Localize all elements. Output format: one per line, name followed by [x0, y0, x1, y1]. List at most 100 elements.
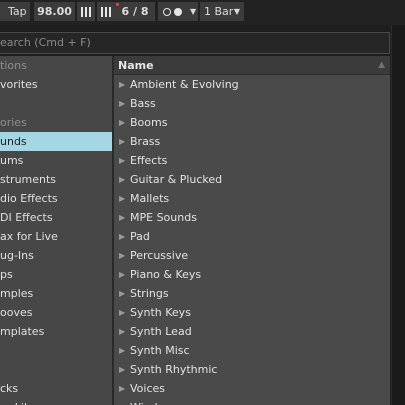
- sidebar-item[interactable]: cks: [0, 379, 112, 398]
- sort-ascending-icon[interactable]: ▲: [378, 56, 385, 75]
- sidebar-item[interactable]: unds: [0, 132, 112, 151]
- sidebar-item[interactable]: ax for Live: [0, 227, 112, 246]
- sidebar-item: [0, 360, 112, 379]
- browser-content: Name ▲ ▶ Ambient & Evolving ▶ Bass ▶ Booms ▶ Br…: [114, 56, 390, 405]
- sidebar-item: [0, 341, 112, 360]
- time-signature-icon[interactable]: [97, 2, 115, 21]
- sidebar-item[interactable]: DI Effects: [0, 208, 112, 227]
- list-item-label: Mallets: [130, 192, 170, 205]
- list-item-label: Guitar & Plucked: [130, 173, 223, 186]
- sidebar-item[interactable]: mples: [0, 284, 112, 303]
- list-item[interactable]: ▶ Bass: [114, 94, 390, 113]
- sidebar-item[interactable]: struments: [0, 170, 112, 189]
- expand-arrow-icon[interactable]: ▶: [119, 379, 125, 398]
- sidebar-item[interactable]: ug-Ins: [0, 246, 112, 265]
- expand-arrow-icon[interactable]: ▶: [119, 398, 125, 405]
- list-item-label: Synth Keys: [130, 306, 191, 319]
- list-item[interactable]: ▶ Percussive: [114, 246, 390, 265]
- sidebar-item-label: mplates: [0, 325, 45, 338]
- expand-arrow-icon[interactable]: ▶: [119, 94, 125, 113]
- list-item[interactable]: ▶ Ambient & Evolving: [114, 75, 390, 94]
- sidebar-item-label: vorites: [0, 78, 38, 91]
- list-item[interactable]: ▶ Guitar & Plucked: [114, 170, 390, 189]
- sidebar-item[interactable]: vorites: [0, 75, 112, 94]
- expand-arrow-icon[interactable]: ▶: [119, 151, 125, 170]
- chevron-down-icon: ▼: [233, 7, 240, 16]
- list-item-label: Booms: [130, 116, 168, 129]
- sidebar-section-header: tions: [0, 56, 112, 75]
- list-item[interactable]: ▶ Winds: [114, 398, 390, 405]
- list-item[interactable]: ▶ Synth Misc: [114, 341, 390, 360]
- sidebar-item[interactable]: er Library: [0, 398, 112, 405]
- sidebar-item[interactable]: mplates: [0, 322, 112, 341]
- expand-arrow-icon[interactable]: ▶: [119, 208, 125, 227]
- expand-arrow-icon[interactable]: ▶: [119, 170, 125, 189]
- sidebar-item-label: ps: [0, 268, 13, 281]
- sidebar-item-label: ums: [0, 154, 24, 167]
- expand-arrow-icon[interactable]: ▶: [119, 284, 125, 303]
- search-placeholder: earch (Cmd + F): [0, 36, 91, 49]
- tap-tempo-button[interactable]: Tap: [0, 2, 30, 21]
- sidebar-item[interactable]: ums: [0, 151, 112, 170]
- expand-arrow-icon[interactable]: ▶: [119, 113, 125, 132]
- list-item[interactable]: ▶ Brass: [114, 132, 390, 151]
- chevron-down-icon: ▼: [190, 7, 197, 16]
- expand-arrow-icon[interactable]: ▶: [119, 360, 125, 379]
- sidebar-item-label: tions: [0, 59, 27, 72]
- list-item-label: Synth Misc: [130, 344, 190, 357]
- expand-arrow-icon[interactable]: ▶: [119, 132, 125, 151]
- sidebar-item-label: ug-Ins: [0, 249, 34, 262]
- sidebar-item-label: ooves: [0, 306, 33, 319]
- list-item-label: Effects: [130, 154, 168, 167]
- list-item[interactable]: ▶ Voices: [114, 379, 390, 398]
- tempo-field[interactable]: 98.00: [34, 2, 75, 21]
- list-item[interactable]: ▶ Piano & Keys: [114, 265, 390, 284]
- expand-arrow-icon[interactable]: ▶: [119, 227, 125, 246]
- list-item-label: Ambient & Evolving: [130, 78, 239, 91]
- list-item[interactable]: ▶ Synth Keys: [114, 303, 390, 322]
- sidebar-item-label: DI Effects: [0, 211, 53, 224]
- expand-arrow-icon[interactable]: ▶: [119, 265, 125, 284]
- search-input[interactable]: earch (Cmd + F): [0, 32, 390, 54]
- column-header-label: Name: [118, 59, 154, 72]
- name-column-header[interactable]: Name ▲: [114, 56, 390, 75]
- expand-arrow-icon[interactable]: ▶: [119, 246, 125, 265]
- sidebar-item-label: ories: [0, 116, 27, 129]
- time-signature-value: 6 / 8: [121, 5, 149, 18]
- list-item[interactable]: ▶ Mallets: [114, 189, 390, 208]
- list-item-label: Synth Rhythmic: [130, 363, 218, 376]
- expand-arrow-icon[interactable]: ▶: [119, 303, 125, 322]
- sidebar-item-label: er Library: [0, 398, 53, 405]
- list-item-label: Winds: [130, 398, 163, 405]
- right-panel-edge: [391, 25, 405, 405]
- expand-arrow-icon[interactable]: ▶: [119, 189, 125, 208]
- list-item[interactable]: ▶ Pad: [114, 227, 390, 246]
- sidebar-section-header: ories: [0, 113, 112, 132]
- sidebar-item-label: cks: [0, 382, 19, 395]
- list-item-label: Bass: [130, 97, 156, 110]
- circle-filled-icon: [174, 7, 182, 16]
- list-item[interactable]: ▶ Booms: [114, 113, 390, 132]
- follow-toggle[interactable]: ▼: [158, 2, 198, 21]
- list-item[interactable]: ▶ Synth Rhythmic: [114, 360, 390, 379]
- list-item-label: Brass: [130, 135, 161, 148]
- expand-arrow-icon[interactable]: ▶: [119, 322, 125, 341]
- sidebar-item[interactable]: dio Effects: [0, 189, 112, 208]
- metronome-icon[interactable]: [77, 2, 95, 21]
- list-item[interactable]: ▶ Strings: [114, 284, 390, 303]
- quantization-value: 1 Bar: [204, 5, 234, 18]
- list-item[interactable]: ▶ MPE Sounds: [114, 208, 390, 227]
- time-signature-field[interactable]: 6 / 8: [115, 2, 155, 21]
- expand-arrow-icon[interactable]: ▶: [119, 341, 125, 360]
- sidebar-item[interactable]: ps: [0, 265, 112, 284]
- list-item-label: Synth Lead: [130, 325, 192, 338]
- quantization-dropdown[interactable]: 1 Bar ▼: [200, 2, 244, 21]
- expand-arrow-icon[interactable]: ▶: [119, 75, 125, 94]
- list-item[interactable]: ▶ Synth Lead: [114, 322, 390, 341]
- list-item-label: Percussive: [130, 249, 189, 262]
- sidebar-item[interactable]: ooves: [0, 303, 112, 322]
- list-item-label: MPE Sounds: [130, 211, 197, 224]
- sidebar-item: [0, 94, 112, 113]
- sidebar-item-label: unds: [0, 135, 27, 148]
- list-item[interactable]: ▶ Effects: [114, 151, 390, 170]
